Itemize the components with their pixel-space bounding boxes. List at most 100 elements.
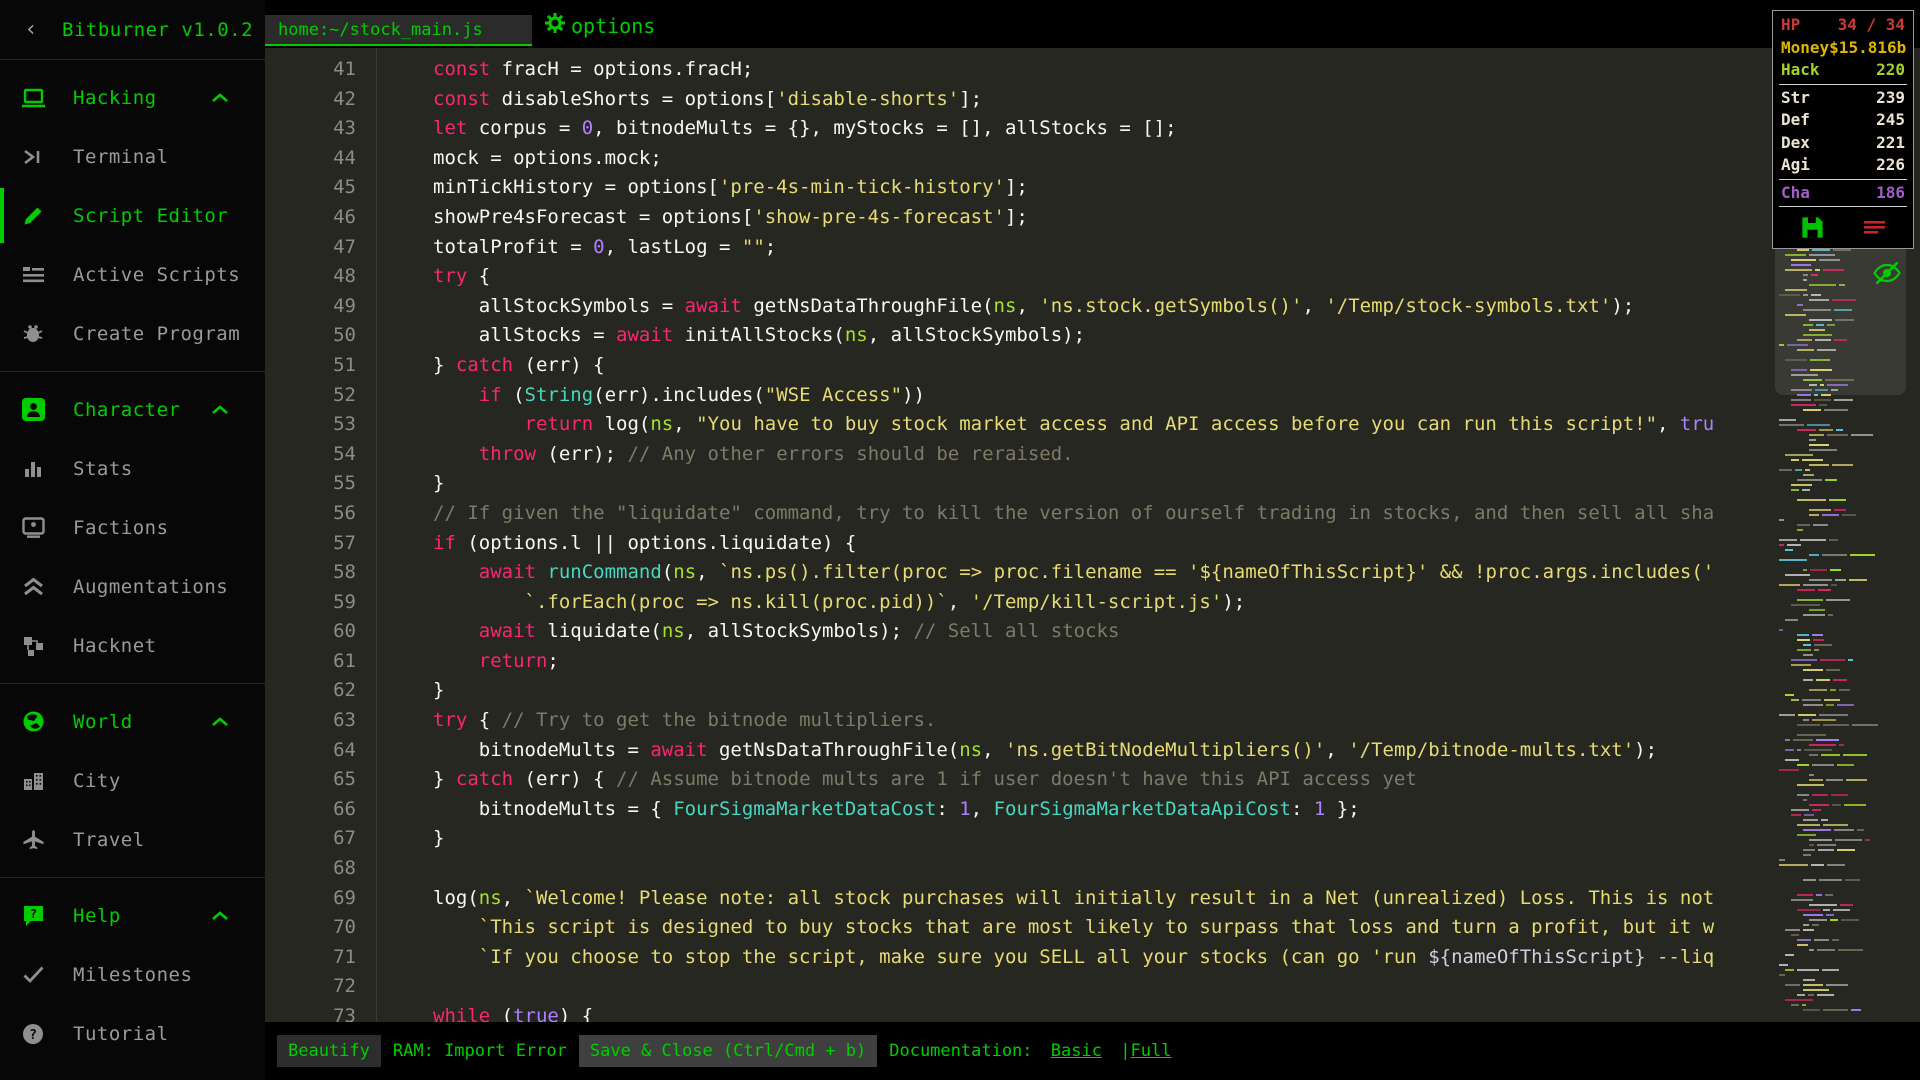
stat-label: Def <box>1781 110 1810 129</box>
code-line: while (true) { <box>433 1005 594 1022</box>
sidebar-section-header-hacking[interactable]: Hacking <box>0 68 265 127</box>
sidebar-item-script-editor[interactable]: Script Editor <box>0 186 265 245</box>
stat-row-hack: Hack 220 <box>1781 59 1905 82</box>
stat-value: 186 <box>1876 182 1905 202</box>
sidebar-item-terminal[interactable]: Terminal <box>0 127 265 186</box>
sidebar-item-label: Terminal <box>73 145 169 168</box>
sidebar-item-stats[interactable]: Stats <box>0 439 265 498</box>
character-stats-overlay[interactable]: HP 34 / 34 Money $15.816b Hack 220 Str 239 Def 24… <box>1772 10 1914 249</box>
code-line: allStocks = await initAllStocks(ns, allS… <box>433 324 1086 347</box>
sidebar-section-hacking: Hacking Terminal Script Editor Active Scrip… <box>0 60 265 372</box>
sidebar-item-factions[interactable]: Factions <box>0 498 265 557</box>
question-circle-icon: ? <box>19 1023 47 1045</box>
stat-label: Str <box>1781 87 1810 107</box>
code-area[interactable]: const fracH = options.fracH; const disabl… <box>377 48 1920 1022</box>
stat-value: 239 <box>1876 87 1905 107</box>
bar-chart-icon <box>19 459 47 479</box>
sidebar-section-header-character[interactable]: Character <box>0 380 265 439</box>
save-close-button[interactable]: Save & Close (Ctrl/Cmd + b) <box>578 1035 878 1067</box>
sidebar-section-header-world[interactable]: World <box>0 692 265 751</box>
sidebar-item-travel[interactable]: Travel <box>0 810 265 869</box>
sidebar-item-label: Milestones <box>73 963 193 986</box>
bug-icon <box>19 323 47 345</box>
sidebar-item-city[interactable]: City <box>0 751 265 810</box>
chevron-up-icon <box>211 716 229 727</box>
sidebar-item-augmentations[interactable]: Augmentations <box>0 557 265 616</box>
line-number: 48 <box>333 265 356 288</box>
line-number: 72 <box>333 975 356 998</box>
sidebar-item-create-program[interactable]: Create Program <box>0 304 265 363</box>
code-line: `.forEach(proc => ns.kill(proc.pid))`, '… <box>524 590 1246 613</box>
laptop-icon <box>19 87 47 109</box>
globe-icon <box>19 710 47 733</box>
sidebar-section-label: World <box>73 710 133 733</box>
code-line: if (options.l || options.liquidate) { <box>433 531 857 554</box>
editor-options-button[interactable]: options <box>544 12 655 39</box>
id-card-icon <box>19 517 47 538</box>
line-number: 42 <box>333 87 356 110</box>
sidebar-item-label: Create Program <box>73 322 241 345</box>
sidebar-item-label: Stats <box>73 457 133 480</box>
line-number-gutter: 41 42 43 44 45 46 47 48 49 50 51 52 53 54 55 56 57 58 59 60… <box>265 48 377 1022</box>
sidebar-header: ‹ Bitburner v1.0.2 <box>0 0 265 60</box>
code-line: bitnodeMults = await getNsDataThroughFil… <box>433 738 1658 761</box>
stat-label: Hack <box>1781 60 1820 79</box>
sidebar-item-options[interactable]: Options <box>0 1063 265 1080</box>
city-icon <box>19 770 47 792</box>
sidebar-item-label: City <box>73 769 121 792</box>
chevron-up-icon <box>211 404 229 415</box>
line-number: 47 <box>333 235 356 258</box>
stat-row-dex: Dex 221 <box>1781 132 1905 155</box>
code-line: log(ns, `Welcome! Please note: all stock… <box>433 886 1715 909</box>
docs-full-link[interactable]: Full <box>1130 1041 1171 1061</box>
sidebar-item-active-scripts[interactable]: Active Scripts <box>0 245 265 304</box>
line-number: 67 <box>333 827 356 850</box>
stat-value: 220 <box>1876 60 1905 79</box>
stat-value: 34 / 34 <box>1837 15 1905 34</box>
line-number: 66 <box>333 797 356 820</box>
open-file-tab[interactable]: home:~/stock_main.js <box>265 15 532 46</box>
log-lines-icon[interactable] <box>1862 218 1887 237</box>
sidebar-item-milestones[interactable]: Milestones <box>0 945 265 1004</box>
check-icon <box>19 965 47 984</box>
line-number: 68 <box>333 857 356 880</box>
editor-footer: Beautify RAM: Import Error Save & Close … <box>265 1022 1920 1080</box>
eye-slash-icon[interactable] <box>1872 260 1902 290</box>
sidebar-item-tutorial[interactable]: ? Tutorial <box>0 1004 265 1063</box>
code-line: allStockSymbols = await getNsDataThrough… <box>433 294 1635 317</box>
line-number: 63 <box>333 709 356 732</box>
beautify-button[interactable]: Beautify <box>277 1035 381 1067</box>
code-line: const disableShorts = options['disable-s… <box>433 87 983 110</box>
sidebar-section-header-help[interactable]: ? Help <box>0 886 265 945</box>
line-number: 59 <box>333 590 356 613</box>
stat-label: Dex <box>1781 132 1810 152</box>
stat-value: 221 <box>1876 132 1905 152</box>
save-icon[interactable] <box>1799 214 1826 241</box>
docs-basic-link[interactable]: Basic <box>1051 1041 1102 1061</box>
line-number: 43 <box>333 117 356 140</box>
sidebar-section-world: World City Travel <box>0 684 265 878</box>
line-number: 56 <box>333 501 356 524</box>
sidebar-item-hacknet[interactable]: Hacknet <box>0 616 265 675</box>
airplane-icon <box>19 828 47 851</box>
code-line: await runCommand(ns, `ns.ps().filter(pro… <box>478 561 1715 584</box>
code-line: } catch (err) { // Assume bitnode mults … <box>433 768 1417 791</box>
line-number: 70 <box>333 916 356 939</box>
stat-row-money: Money $15.816b <box>1781 37 1906 60</box>
code-line: mock = options.mock; <box>433 146 662 169</box>
line-number: 64 <box>333 738 356 761</box>
line-number: 69 <box>333 886 356 909</box>
code-line: try { <box>433 265 491 288</box>
code-line: } <box>433 827 445 850</box>
stat-row-agi: Agi 226 <box>1781 154 1905 177</box>
line-number: 45 <box>333 176 356 199</box>
svg-text:?: ? <box>29 1028 37 1043</box>
app-title: Bitburner v1.0.2 <box>62 18 254 41</box>
collapse-sidebar-icon[interactable]: ‹ <box>0 17 62 42</box>
stat-label: Cha <box>1781 182 1810 202</box>
code-line: try { // Try to get the bitnode multipli… <box>433 709 937 732</box>
line-number: 73 <box>333 1005 356 1022</box>
line-number: 60 <box>333 620 356 643</box>
code-line: return; <box>478 649 559 672</box>
